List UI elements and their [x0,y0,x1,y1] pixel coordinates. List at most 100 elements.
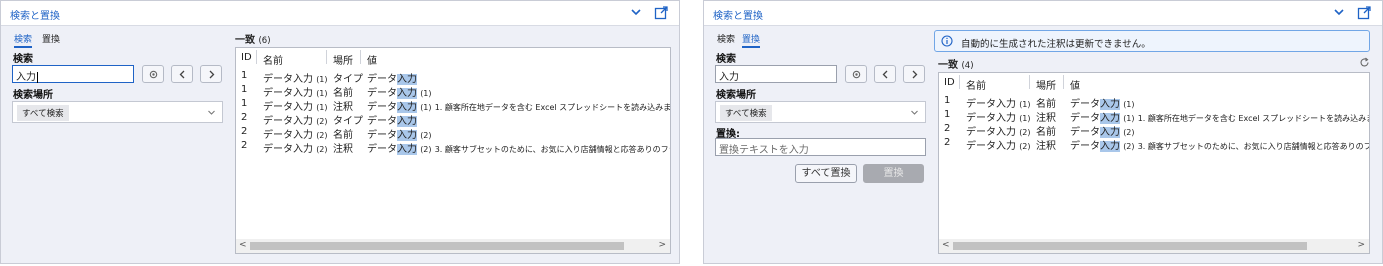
tab-find[interactable]: 検索 [717,32,735,45]
table-row[interactable]: 1 データ入力 (1) タイプ データ入力 [236,70,670,85]
cell-name: データ入力 (2) [263,144,328,155]
table-row[interactable]: 2 データ入力 (2) 名前 データ入力 (2) [939,123,1369,138]
scroll-right-icon[interactable]: > [1357,240,1365,250]
tab-replace[interactable]: 置換 [42,32,60,45]
results-heading: 一致 (4) [938,56,974,71]
search-input[interactable]: 入力 [12,65,134,83]
previous-match-button[interactable] [874,65,896,83]
gear-icon [852,70,861,79]
table-row[interactable]: 1 データ入力 (1) 注釈 データ入力 (1) 1. 顧客所在地データを含む … [236,98,671,113]
cell-id: 1 [241,84,248,95]
cell-value: データ入力 [367,74,417,85]
popout-icon[interactable] [654,5,669,20]
tab-find[interactable]: 検索 [14,32,33,48]
cell-id: 2 [241,126,248,137]
info-banner-text: 自動的に生成された注釈は更新できません。 [961,39,1151,50]
cell-id: 2 [944,137,951,148]
search-label: 検索 [13,54,33,65]
chevron-right-icon [209,70,215,79]
chevron-left-icon [179,70,185,79]
scope-label: 検索場所 [13,90,53,101]
search-options-button[interactable] [142,65,164,83]
results-grid[interactable]: ID 名前 場所 値 1 データ入力 (1) 名前 データ入力 (1) 1 デー… [938,72,1370,254]
scrollbar-thumb[interactable] [250,242,624,250]
cell-id: 2 [241,112,248,123]
cell-name: データ入力 (2) [966,141,1031,152]
horizontal-scrollbar[interactable]: < > [236,239,670,253]
column-header-value[interactable]: 値 [1070,77,1080,92]
chevron-down-icon [910,108,919,120]
refresh-icon[interactable] [1359,57,1370,71]
cell-id: 2 [944,123,951,134]
next-match-button[interactable] [200,65,222,83]
cell-place: タイプ [333,74,363,85]
replace-input-placeholder: 置換テキストを入力 [719,145,809,156]
table-row[interactable]: 1 データ入力 (1) 注釈 データ入力 (1) 1. 顧客所在地データを含む … [939,109,1369,124]
cell-name: データ入力 (1) [966,99,1031,110]
cell-name: データ入力 (1) [966,113,1031,124]
popout-icon[interactable] [1357,5,1372,20]
table-row[interactable]: 1 データ入力 (1) 名前 データ入力 (1) [939,95,1369,110]
column-header-value[interactable]: 値 [367,52,377,67]
cell-value: データ入力 (2) [367,130,432,141]
find-replace-panel-find: 検索と置換 検索 置換 検索 入力 検索場所 すべて検索 一致 (6) ID 名… [0,0,680,264]
cell-name: データ入力 (2) [966,127,1031,138]
table-row[interactable]: 2 データ入力 (2) 注釈 データ入力 (2) 3. 顧客サブセットのために、… [939,137,1369,152]
cell-name: データ入力 (1) [263,102,328,113]
panel-title: 検索と置換 [713,11,763,22]
cell-value: データ入力 (2) [1070,127,1135,138]
cell-id: 1 [241,98,248,109]
cell-name: データ入力 (2) [263,116,328,127]
info-icon [941,35,953,50]
column-header-name[interactable]: 名前 [966,77,986,92]
panel-titlebar: 検索と置換 [704,1,1382,26]
column-header-place[interactable]: 場所 [1036,77,1056,92]
search-options-button[interactable] [845,65,867,83]
search-input[interactable]: 入力 [715,65,837,83]
column-header-place[interactable]: 場所 [333,52,353,67]
results-grid[interactable]: ID 名前 場所 値 1 データ入力 (1) タイプ データ入力 1 データ入力… [235,47,671,254]
cell-value: データ入力 (2) 3. 顧客サブセットのために、お気に入り店舗情報と応答ありの… [367,144,671,155]
cell-place: 注釈 [1036,113,1056,124]
column-header-id[interactable]: ID [944,77,955,88]
chevron-down-icon[interactable] [629,5,643,19]
results-title: 一致 [235,35,255,46]
previous-match-button[interactable] [171,65,193,83]
cell-value: データ入力 (1) [367,88,432,99]
cell-value: データ入力 (1) 1. 顧客所在地データを含む Excel スプレッドシートを… [367,102,671,113]
replace-button[interactable]: 置換 [863,164,924,183]
next-match-button[interactable] [903,65,925,83]
cell-place: 名前 [1036,99,1056,110]
column-header-id[interactable]: ID [241,52,252,63]
table-row[interactable]: 2 データ入力 (2) 名前 データ入力 (2) [236,126,670,141]
search-label: 検索 [716,54,736,65]
find-replace-panel-replace: 検索と置換 検索 置換 自動的に生成された注釈は更新できません。 検索 入力 検… [703,0,1383,264]
results-heading: 一致 (6) [235,31,271,46]
scroll-right-icon[interactable]: > [658,240,666,250]
scope-selected-chip: すべて検索 [17,105,69,121]
scope-select[interactable]: すべて検索 [715,101,926,123]
column-header-name[interactable]: 名前 [263,52,283,67]
table-row[interactable]: 2 データ入力 (2) タイプ データ入力 [236,112,670,127]
table-row[interactable]: 2 データ入力 (2) 注釈 データ入力 (2) 3. 顧客サブセットのために、… [236,140,671,155]
table-row[interactable]: 1 データ入力 (1) 名前 データ入力 (1) [236,84,670,99]
scroll-left-icon[interactable]: < [942,240,950,250]
panel-titlebar: 検索と置換 [1,1,679,26]
replace-input[interactable]: 置換テキストを入力 [715,138,926,156]
cell-place: 注釈 [333,102,353,113]
scope-select[interactable]: すべて検索 [12,101,223,123]
chevron-right-icon [912,70,918,79]
cell-value: データ入力 [367,116,417,127]
chevron-down-icon[interactable] [1332,5,1346,19]
cell-place: 名前 [1036,127,1056,138]
tab-replace[interactable]: 置換 [742,32,761,48]
gear-icon [149,70,158,79]
cell-place: 注釈 [333,144,353,155]
info-banner: 自動的に生成された注釈は更新できません。 [934,30,1370,52]
scroll-left-icon[interactable]: < [239,240,247,250]
scrollbar-thumb[interactable] [953,242,1307,250]
horizontal-scrollbar[interactable]: < > [939,239,1369,253]
chevron-down-icon [207,108,216,120]
cell-value: データ入力 (1) [1070,99,1135,110]
replace-all-button[interactable]: すべて置換 [795,164,857,183]
